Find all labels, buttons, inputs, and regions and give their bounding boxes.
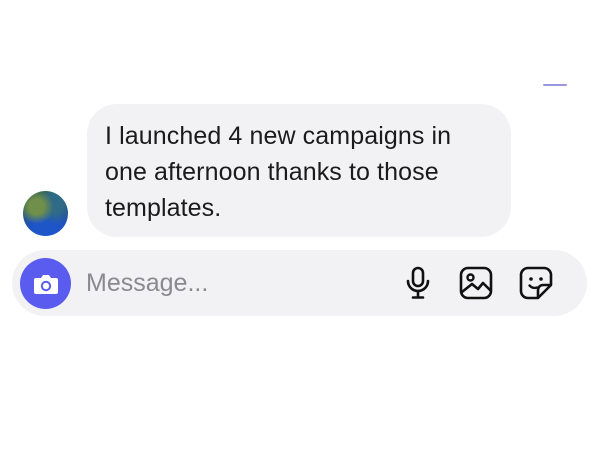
microphone-icon (406, 266, 430, 299)
sticker-button[interactable] (517, 264, 555, 302)
avatar[interactable] (23, 191, 68, 236)
image-gallery-icon (459, 266, 493, 300)
sticker-icon (519, 266, 553, 300)
camera-button[interactable] (20, 258, 71, 309)
microphone-button[interactable] (399, 264, 437, 302)
message-bubble[interactable]: I launched 4 new campaigns in one aftern… (87, 104, 511, 237)
message-composer (12, 250, 587, 316)
gallery-button[interactable] (457, 264, 495, 302)
message-text: I launched 4 new campaigns in one aftern… (105, 122, 452, 222)
message-input[interactable] (86, 263, 376, 303)
camera-icon (33, 274, 58, 294)
chat-screen: I launched 4 new campaigns in one aftern… (0, 0, 600, 450)
scroll-indicator (543, 84, 567, 86)
